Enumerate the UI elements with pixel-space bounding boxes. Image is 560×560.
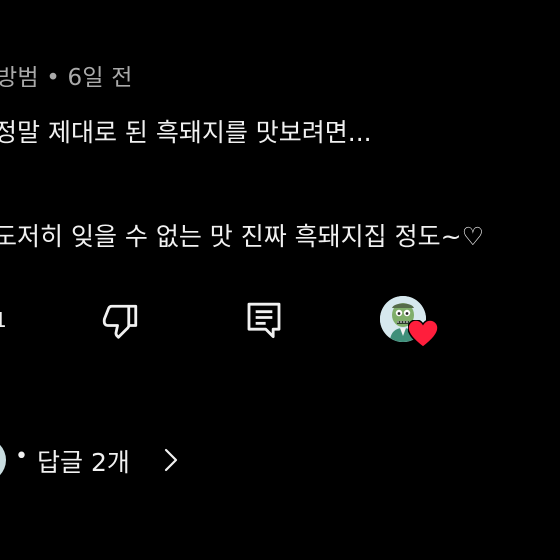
reply-author-avatar bbox=[0, 438, 6, 482]
chevron-right-icon[interactable] bbox=[160, 444, 184, 476]
comment-actions: 1 bbox=[0, 296, 560, 348]
like-count: 1 bbox=[0, 308, 7, 332]
comment-meta: 방범 • 6일 전 bbox=[0, 65, 133, 91]
heart-icon bbox=[408, 320, 438, 348]
comment-text-line-2: 도저히 잊을 수 없는 맛 진짜 흑돼지집 정도~♡ bbox=[0, 222, 484, 251]
creator-heart[interactable] bbox=[380, 296, 440, 350]
comment-text-line-1: 정말 제대로 된 흑돼지를 맛보려면... bbox=[0, 118, 372, 147]
replies-separator: • bbox=[15, 444, 28, 469]
thumbs-down-icon bbox=[102, 304, 138, 339]
reply-button[interactable] bbox=[242, 298, 286, 342]
comment-reply-icon bbox=[247, 302, 281, 339]
replies-row[interactable]: • 답글 2개 bbox=[0, 436, 560, 484]
replies-link[interactable]: 답글 2개 bbox=[37, 443, 130, 479]
dislike-button[interactable] bbox=[98, 300, 142, 344]
